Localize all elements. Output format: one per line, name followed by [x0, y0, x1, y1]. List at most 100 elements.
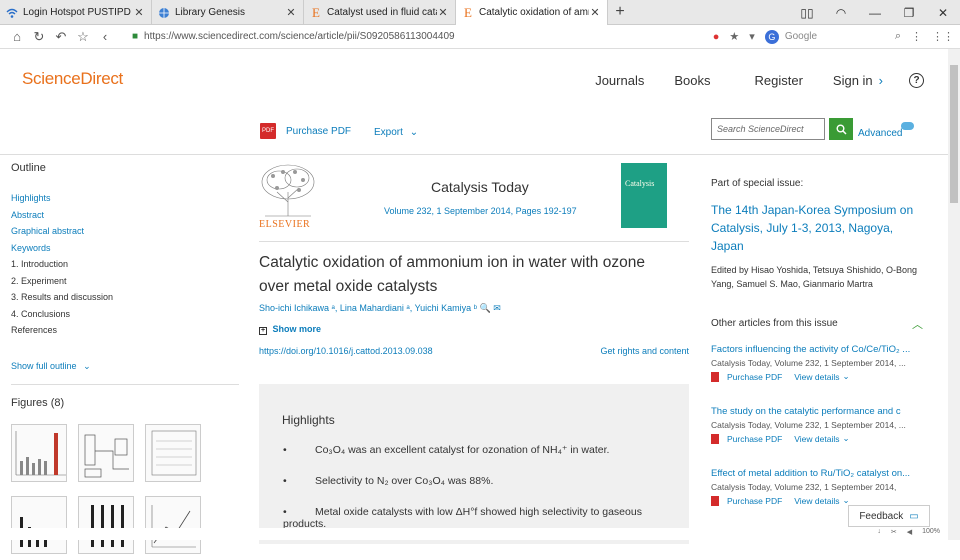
- nav-signin[interactable]: Sign in: [833, 73, 873, 88]
- article-authors[interactable]: Sho-ichi Ichikawa ᵃ, Lina Mahardiani ᵃ, …: [259, 303, 501, 314]
- browser-tab-3[interactable]: E Catalyst used in fluid catalytic ✕: [304, 0, 456, 25]
- figure-thumbnail-6[interactable]: [145, 496, 201, 554]
- sciencedirect-logo[interactable]: ScienceDirect: [22, 69, 123, 89]
- close-icon[interactable]: ✕: [437, 6, 449, 19]
- related-purchase-pdf[interactable]: Purchase PDF: [727, 434, 782, 444]
- page-scrollbar[interactable]: [948, 49, 960, 540]
- highlight-item: • Metal oxide catalysts with low ΔH°f sho…: [283, 506, 642, 530]
- figure-thumbnail-4[interactable]: [11, 496, 67, 554]
- article-title: Catalytic oxidation of ammonium ion in w…: [259, 254, 645, 295]
- url-field[interactable]: ■ https://www.sciencedirect.com/science/…: [132, 31, 692, 42]
- show-full-outline-link[interactable]: Show full outline ⌄: [11, 361, 239, 385]
- scrollbar-thumb[interactable]: [950, 65, 958, 203]
- purchase-pdf-label: Purchase PDF: [286, 125, 352, 137]
- feedback-label: Feedback: [859, 510, 904, 522]
- sciencedirect-search-input[interactable]: Search ScienceDirect: [711, 118, 825, 140]
- browser-tab-1[interactable]: Login Hotspot PUSTIPD ✕: [0, 0, 152, 25]
- outline-item[interactable]: 2. Experiment: [11, 273, 239, 290]
- feedback-button[interactable]: Feedback ▭: [848, 505, 930, 527]
- related-article-actions: Purchase PDF View details ⌄: [711, 433, 925, 444]
- search-placeholder: Google: [784, 31, 818, 42]
- chevron-down-icon: ⌄: [409, 127, 419, 138]
- sound-icon[interactable]: ◀: [907, 528, 912, 536]
- url-text: https://www.sciencedirect.com/science/ar…: [144, 31, 455, 42]
- export-button[interactable]: Export ⌄: [374, 127, 418, 138]
- outline-item[interactable]: 3. Results and discussion: [11, 289, 239, 306]
- tab-title: Catalytic oxidation of ammoni: [479, 7, 589, 18]
- related-article-title[interactable]: The study on the catalytic performance a…: [711, 406, 925, 417]
- grid-icon[interactable]: ⋮⋮: [932, 30, 954, 43]
- bookmark-star-icon[interactable]: ☆: [72, 29, 94, 45]
- reload-icon[interactable]: ↻: [28, 29, 50, 45]
- star-icon[interactable]: ★: [729, 30, 739, 43]
- maximize-icon[interactable]: ❐: [892, 6, 926, 20]
- search-submit-button[interactable]: [829, 118, 853, 140]
- extension-icon[interactable]: ●: [713, 31, 720, 43]
- get-rights-link[interactable]: Get rights and content: [600, 346, 689, 356]
- close-icon[interactable]: ✕: [133, 6, 145, 19]
- related-view-details[interactable]: View details: [794, 372, 839, 382]
- browser-tab-2[interactable]: Library Genesis ✕: [152, 0, 304, 25]
- highlights-title: Highlights: [282, 413, 335, 427]
- article-toolbar: PDF Purchase PDF Export ⌄ Search Science…: [0, 111, 948, 155]
- menu-icon[interactable]: ⋮: [911, 30, 922, 43]
- journal-volume[interactable]: Volume 232, 1 September 2014, Pages 192-…: [384, 206, 577, 216]
- plus-icon: +: [259, 327, 267, 335]
- related-article-actions: Purchase PDF View details ⌄: [711, 371, 925, 382]
- show-more-button[interactable]: + Show more: [259, 324, 321, 335]
- back-icon[interactable]: ‹: [94, 29, 116, 44]
- special-issue-editors: Edited by Hisao Yoshida, Tetsuya Shishid…: [711, 265, 917, 289]
- figure-thumbnail-1[interactable]: [11, 424, 67, 482]
- outline-item[interactable]: Highlights: [11, 190, 239, 207]
- close-icon[interactable]: ✕: [285, 6, 297, 19]
- doi-link[interactable]: https://doi.org/10.1016/j.cattod.2013.09…: [259, 346, 433, 356]
- advanced-search-link[interactable]: Advanced: [858, 128, 902, 139]
- figure-thumbnail-5[interactable]: [78, 496, 134, 554]
- download-icon[interactable]: ↓: [877, 528, 881, 536]
- outline-item[interactable]: 4. Conclusions: [11, 306, 239, 323]
- related-article-meta: Catalysis Today, Volume 232, 1 September…: [711, 358, 906, 368]
- new-tab-button[interactable]: +: [608, 0, 632, 24]
- journal-cover[interactable]: Catalysis: [621, 163, 667, 228]
- nav-journals[interactable]: Journals: [595, 73, 644, 88]
- nav-books[interactable]: Books: [674, 73, 710, 88]
- related-purchase-pdf[interactable]: Purchase PDF: [727, 496, 782, 506]
- outline-item[interactable]: References: [11, 322, 239, 339]
- nav-register[interactable]: Register: [754, 73, 802, 88]
- search-icon[interactable]: ⌕: [895, 30, 901, 43]
- pdf-icon: [711, 495, 719, 506]
- outline-item[interactable]: Abstract: [11, 207, 239, 224]
- close-window-icon[interactable]: ✕: [926, 6, 960, 20]
- minimize-icon[interactable]: —: [858, 6, 892, 20]
- close-icon[interactable]: ✕: [589, 6, 601, 19]
- outline-item[interactable]: Keywords: [11, 240, 239, 257]
- related-purchase-pdf[interactable]: Purchase PDF: [727, 372, 782, 382]
- chevron-up-icon[interactable]: ︿: [912, 316, 923, 332]
- related-article-title[interactable]: Factors influencing the activity of Co/C…: [711, 344, 925, 355]
- purchase-pdf-button[interactable]: PDF Purchase PDF: [260, 123, 351, 139]
- chevron-down-icon[interactable]: ▾: [749, 30, 755, 43]
- tab-title: Login Hotspot PUSTIPD: [23, 7, 131, 18]
- related-view-details[interactable]: View details: [794, 434, 839, 444]
- figure-thumbnail-3[interactable]: [145, 424, 201, 482]
- journal-name[interactable]: Catalysis Today: [431, 179, 529, 195]
- related-view-details[interactable]: View details: [794, 496, 839, 506]
- help-icon[interactable]: ?: [909, 73, 924, 88]
- other-articles-header[interactable]: Other articles from this issue ︿: [711, 316, 923, 332]
- chevron-right-icon[interactable]: ›: [879, 73, 883, 88]
- home-icon[interactable]: ⌂: [6, 29, 28, 44]
- account-icon[interactable]: ◠: [824, 6, 858, 20]
- zoom-level[interactable]: 100%: [922, 528, 940, 536]
- related-article-title[interactable]: Effect of metal addition to Ru/TiO₂ cata…: [711, 468, 925, 479]
- special-issue-link[interactable]: The 14th Japan-Korea Symposium on Cataly…: [711, 201, 927, 255]
- undo-icon[interactable]: ↶: [50, 29, 72, 45]
- tab-list-icon[interactable]: ▯▯: [790, 6, 824, 20]
- address-tools: ● ★ ▾ G Google ⌕ ⋮ ⋮⋮: [713, 29, 954, 44]
- browser-search[interactable]: G Google: [764, 29, 885, 44]
- outline-title: Outline: [11, 162, 46, 174]
- outline-item[interactable]: 1. Introduction: [11, 256, 239, 273]
- browser-tab-4[interactable]: E Catalytic oxidation of ammoni ✕: [456, 0, 608, 25]
- outline-item[interactable]: Graphical abstract: [11, 223, 239, 240]
- figure-thumbnail-2[interactable]: [78, 424, 134, 482]
- screenshot-icon[interactable]: ✂: [891, 528, 897, 536]
